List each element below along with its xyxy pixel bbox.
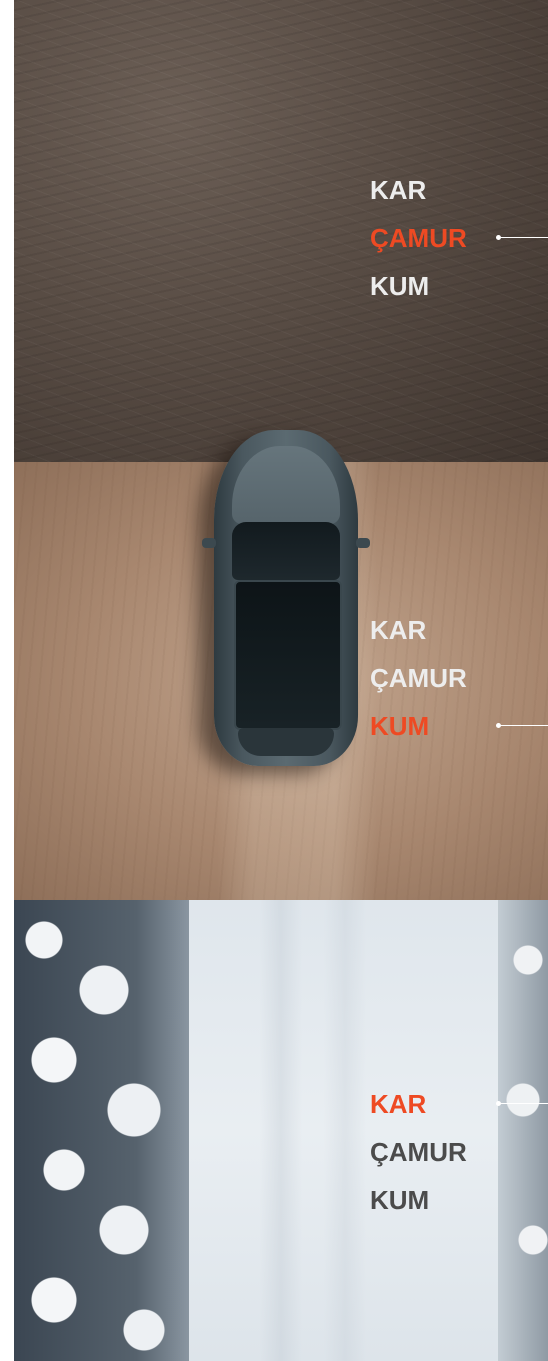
terrain-label-mud: ÇAMUR bbox=[370, 1137, 467, 1167]
terrain-label-sand: KUM bbox=[370, 271, 430, 301]
snowy-forest-right bbox=[498, 900, 548, 1361]
terrain-label-mud: ÇAMUR bbox=[370, 663, 467, 693]
terrain-label-snow: KAR bbox=[370, 615, 427, 645]
terrain-label-mud-active: ÇAMUR bbox=[370, 214, 548, 262]
pointer-line bbox=[496, 723, 548, 728]
car-panoramic-roof bbox=[234, 580, 342, 730]
terrain-label-sand-active: KUM bbox=[370, 702, 548, 750]
car-windshield bbox=[232, 522, 340, 580]
car-mirror-left bbox=[202, 538, 216, 548]
terrain-label-sand: KUM bbox=[370, 1185, 430, 1215]
pointer-line bbox=[496, 235, 548, 240]
mud-terrain-panel bbox=[14, 0, 548, 462]
mud-terrain-labels: KAR ÇAMUR KUM bbox=[370, 166, 548, 310]
car-mirror-right bbox=[356, 538, 370, 548]
car-hood bbox=[232, 446, 340, 524]
car-rear bbox=[238, 728, 334, 756]
pointer-line bbox=[496, 1101, 548, 1106]
terrain-label-snow: KAR bbox=[370, 175, 427, 205]
sand-terrain-labels: KAR ÇAMUR KUM bbox=[370, 606, 548, 750]
terrain-modes-illustration: KAR ÇAMUR KUM KAR ÇAMUR KUM KAR ÇAMUR KU… bbox=[0, 0, 548, 1361]
snow-terrain-labels: KAR ÇAMUR KUM bbox=[370, 1080, 548, 1224]
snowy-forest-left bbox=[14, 900, 189, 1361]
snow-terrain-panel bbox=[14, 900, 548, 1361]
car-top-view bbox=[202, 430, 370, 766]
terrain-label-snow-active: KAR bbox=[370, 1080, 548, 1128]
